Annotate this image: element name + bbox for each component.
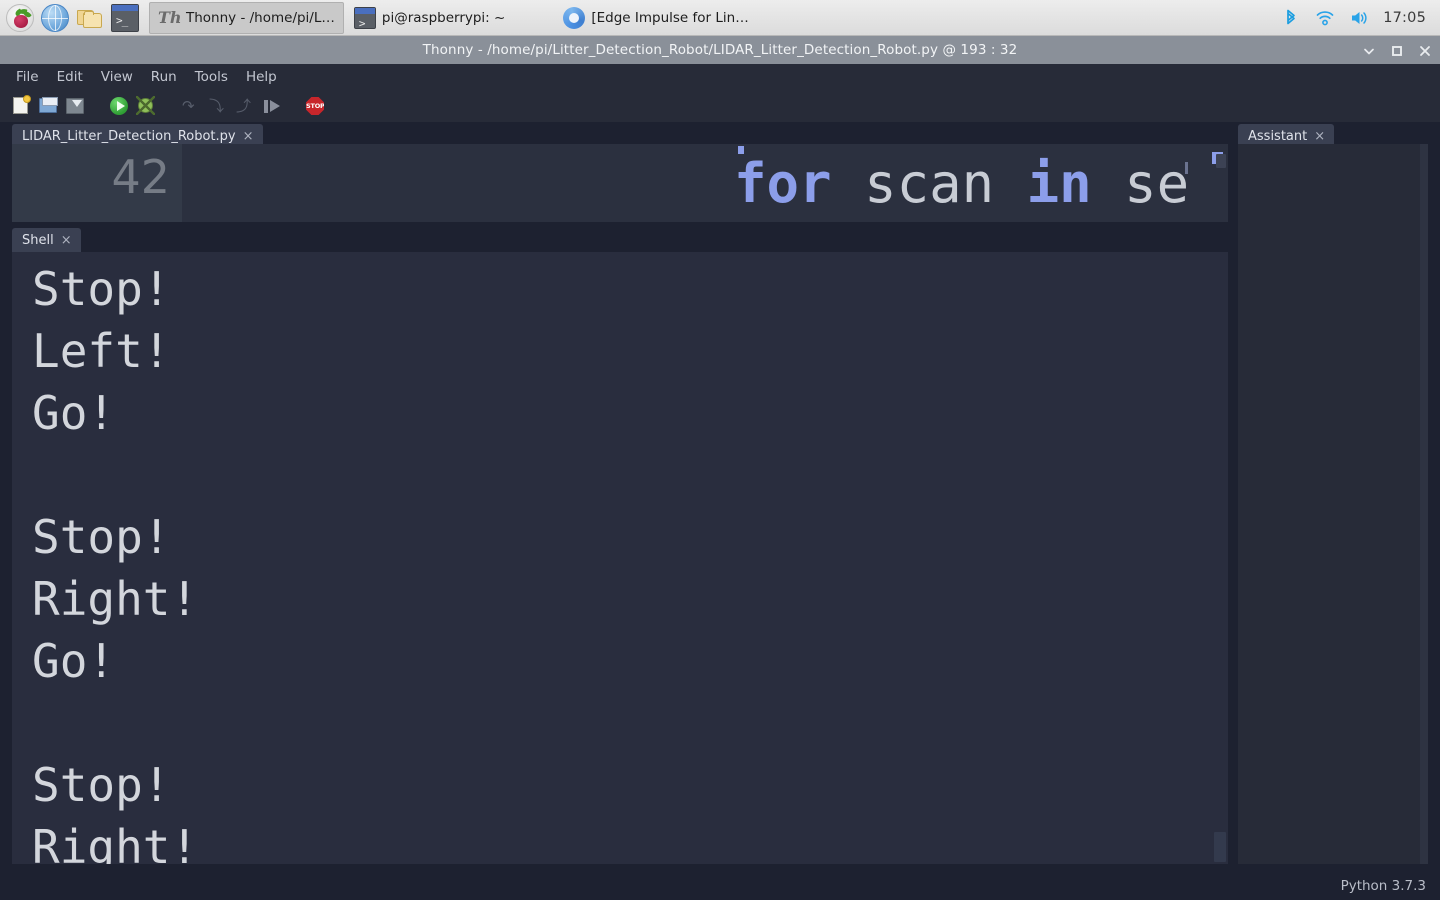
resume-arrow-icon [264,100,280,113]
web-browser-icon[interactable] [41,3,69,32]
taskbar-window-label: Thonny - /home/pi/L… [186,9,335,26]
menu-run[interactable]: Run [143,66,185,88]
debug-bug-icon [136,96,155,115]
volume-icon[interactable] [1349,8,1369,28]
editor-code-area[interactable]: for scan in se [182,144,1228,222]
raspberry-menu-icon[interactable] [6,3,34,32]
close-icon[interactable]: × [243,130,254,143]
tab-shell[interactable]: Shell × [12,228,81,252]
taskbar-launcher-group: >_ [0,3,139,32]
assistant-panel[interactable] [1238,144,1428,864]
step-over-arrow-icon: ↷ [182,97,195,115]
debug-button[interactable] [135,95,157,117]
menu-edit[interactable]: Edit [49,66,91,88]
stop-button[interactable]: STOP [304,95,326,117]
code-token-keyword-in: in [1026,152,1092,215]
code-line-text: for scan in se [734,152,1189,215]
window-titlebar: Thonny - /home/pi/Litter_Detection_Robot… [0,36,1440,64]
minimize-button[interactable] [1362,43,1376,57]
shell-output: Stop! Left! Go! Stop! Right! Go! Stop! R… [32,262,199,864]
new-file-badge-icon [23,95,31,103]
taskbar-window-list: Th Thonny - /home/pi/L… >_ pi@raspberryp… [149,1,1281,34]
menu-help[interactable]: Help [238,66,285,88]
window-title: Thonny - /home/pi/Litter_Detection_Robot… [422,42,1018,58]
file-manager-icon[interactable] [76,4,104,32]
save-file-button[interactable] [64,95,86,117]
taskbar-clock[interactable]: 17:05 [1383,10,1426,26]
stop-sign-icon: STOP [306,97,324,115]
step-into-arrow-icon: ⤵ [209,97,225,115]
system-tray: 17:05 [1281,8,1440,28]
menu-tools[interactable]: Tools [187,66,236,88]
run-button[interactable] [108,95,130,117]
save-arrow-icon [72,100,82,107]
new-file-button[interactable] [10,95,32,117]
menu-view[interactable]: View [93,66,141,88]
assistant-vertical-scrollbar[interactable] [1420,144,1428,864]
taskbar-window-label: [Edge Impulse for Lin… [591,9,749,26]
editor-line-gutter: 42 [12,144,182,222]
toolbar: ↷ ⤵ ⤴ STOP [0,90,1440,122]
close-icon[interactable]: × [1314,130,1325,143]
shell-panel[interactable]: Stop! Left! Go! Stop! Right! Go! Stop! R… [12,252,1228,864]
shell-vertical-scrollbar[interactable] [1214,832,1226,862]
taskbar-window-chromium[interactable]: [Edge Impulse for Lin… [555,2,756,34]
chromium-icon [563,6,586,29]
shell-tab-label: Shell [22,232,54,248]
shell-tabstrip: Shell × [0,226,81,252]
step-into-button[interactable]: ⤵ [206,95,228,117]
desktop-taskbar: >_ Th Thonny - /home/pi/L… >_ pi@raspber… [0,0,1440,36]
line-number: 42 [111,150,170,204]
taskbar-window-thonny[interactable]: Th Thonny - /home/pi/L… [149,1,344,34]
run-play-icon [110,97,128,115]
open-folder-icon [39,97,58,113]
bluetooth-icon[interactable] [1281,8,1301,28]
code-editor[interactable]: 42 for scan in se [12,144,1228,222]
statusbar: Python 3.7.3 [0,872,1440,900]
editor-syntax-marker [1185,162,1188,174]
step-out-arrow-icon: ⤴ [236,97,252,115]
interpreter-indicator[interactable]: Python 3.7.3 [1341,878,1426,894]
resume-button[interactable] [260,95,282,117]
thonny-window: Thonny - /home/pi/Litter_Detection_Robot… [0,36,1440,900]
close-icon[interactable]: × [61,234,72,247]
editor-vertical-scrollbar[interactable] [1216,154,1226,168]
thonny-icon: Th [158,7,182,27]
assistant-tab-label: Assistant [1248,128,1308,144]
code-token-identifier-se: se [1124,152,1190,215]
code-token-identifier-scan: scan [864,152,995,215]
maximize-button[interactable] [1390,43,1404,57]
terminal-icon: >_ [353,6,376,30]
step-over-button[interactable]: ↷ [179,95,201,117]
editor-tab-label: LIDAR_Litter_Detection_Robot.py [22,128,236,144]
close-button[interactable] [1418,43,1432,57]
window-controls [1362,36,1432,64]
workspace: LIDAR_Litter_Detection_Robot.py × 42 for… [0,122,1440,900]
step-out-button[interactable]: ⤴ [233,95,255,117]
stop-label: STOP [306,102,325,110]
menubar: File Edit View Run Tools Help [0,64,1440,90]
code-token-keyword-for: for [734,152,832,215]
open-file-button[interactable] [37,95,59,117]
taskbar-window-label: pi@raspberrypi: ~ [381,9,506,26]
terminal-icon[interactable]: >_ [111,3,139,32]
taskbar-window-terminal[interactable]: >_ pi@raspberrypi: ~ [346,2,513,34]
wifi-icon[interactable] [1315,8,1335,28]
menu-file[interactable]: File [8,66,47,88]
